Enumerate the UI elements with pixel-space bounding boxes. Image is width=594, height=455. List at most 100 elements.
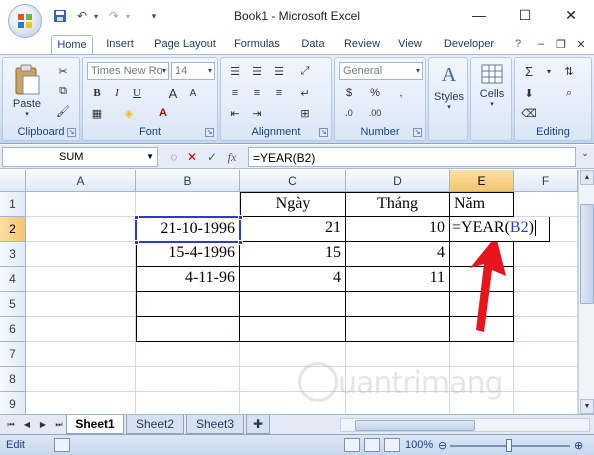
customize-qat-icon[interactable]: ▾ bbox=[146, 8, 162, 24]
cell-b4[interactable]: 4-11-96 bbox=[136, 267, 240, 292]
cell-f4[interactable] bbox=[514, 267, 578, 292]
tab-developer[interactable]: Developer bbox=[438, 35, 500, 54]
insert-function-icon[interactable]: fx bbox=[224, 149, 240, 165]
decrease-decimal-icon[interactable]: .00 bbox=[365, 104, 385, 122]
tab-review[interactable]: Review bbox=[340, 35, 384, 54]
prev-sheet-icon[interactable]: ◀ bbox=[20, 418, 34, 432]
name-box[interactable]: SUM ▼ bbox=[2, 147, 158, 167]
cell-e7[interactable] bbox=[450, 342, 514, 367]
increase-font-icon[interactable]: A bbox=[163, 84, 183, 102]
maximize-button[interactable]: ☐ bbox=[502, 0, 548, 30]
number-format-combo[interactable]: General ▾ bbox=[339, 62, 423, 80]
cut-icon[interactable]: ✂ bbox=[53, 62, 73, 80]
cell-e5[interactable] bbox=[450, 292, 514, 317]
last-sheet-icon[interactable]: ⏭ bbox=[52, 418, 66, 432]
row-header-8[interactable]: 8 bbox=[0, 367, 26, 392]
worksheet-grid[interactable]: ABCDEF 123456789 Ngày Tháng Năm 21-10-1996 2… bbox=[0, 170, 578, 414]
zoom-slider-thumb[interactable] bbox=[506, 439, 512, 452]
cell-e1[interactable]: Năm bbox=[450, 192, 514, 217]
cell-b7[interactable] bbox=[136, 342, 240, 367]
autosum-dropdown-icon[interactable]: ▾ bbox=[539, 62, 559, 80]
italic-button[interactable]: I bbox=[107, 84, 127, 102]
sheet-tab-sheet1[interactable]: Sheet1 bbox=[66, 415, 124, 434]
row-header-7[interactable]: 7 bbox=[0, 342, 26, 367]
cell-c8[interactable] bbox=[240, 367, 346, 392]
percent-icon[interactable]: % bbox=[365, 84, 385, 102]
paste-dropdown-icon[interactable]: ▾ bbox=[25, 110, 29, 118]
cell-f5[interactable] bbox=[514, 292, 578, 317]
cell-a4[interactable] bbox=[26, 267, 136, 292]
sort-filter-icon[interactable]: ⇅ bbox=[559, 62, 579, 80]
underline-button[interactable]: U bbox=[127, 84, 147, 102]
cell-c5[interactable] bbox=[240, 292, 346, 317]
styles-button[interactable]: A Styles ▾ bbox=[431, 64, 467, 118]
cell-f6[interactable] bbox=[514, 317, 578, 342]
cell-f1[interactable] bbox=[514, 192, 578, 217]
align-bottom-icon[interactable]: ☰ bbox=[269, 62, 289, 80]
cell-f8[interactable] bbox=[514, 367, 578, 392]
cell-a7[interactable] bbox=[26, 342, 136, 367]
row-header-6[interactable]: 6 bbox=[0, 317, 26, 342]
font-color-icon[interactable]: A bbox=[153, 104, 173, 122]
cell-d5[interactable] bbox=[346, 292, 450, 317]
cell-b2[interactable]: 21-10-1996 bbox=[136, 217, 240, 242]
cell-a1[interactable] bbox=[26, 192, 136, 217]
horizontal-scroll-thumb[interactable] bbox=[355, 420, 475, 431]
decrease-indent-icon[interactable]: ⇤ bbox=[225, 104, 245, 122]
redo-dropdown-icon[interactable]: ▾ bbox=[120, 8, 136, 24]
cell-f3[interactable] bbox=[514, 242, 578, 267]
normal-view-icon[interactable] bbox=[344, 438, 360, 452]
column-header-e[interactable]: E bbox=[450, 170, 514, 192]
merge-center-icon[interactable]: ⊞ bbox=[295, 104, 315, 122]
next-sheet-icon[interactable]: ▶ bbox=[36, 418, 50, 432]
cell-b1[interactable] bbox=[136, 192, 240, 217]
macro-record-icon[interactable] bbox=[54, 438, 70, 452]
align-top-icon[interactable]: ☰ bbox=[225, 62, 245, 80]
column-header-d[interactable]: D bbox=[346, 170, 450, 192]
comma-style-icon[interactable]: , bbox=[391, 84, 411, 102]
cell-a3[interactable] bbox=[26, 242, 136, 267]
cell-a5[interactable] bbox=[26, 292, 136, 317]
cell-a9[interactable] bbox=[26, 392, 136, 414]
clear-icon[interactable]: ⌫ bbox=[519, 104, 539, 122]
zoom-out-icon[interactable]: ⊖ bbox=[438, 439, 447, 452]
cell-d1[interactable]: Tháng bbox=[346, 192, 450, 217]
fill-color-icon[interactable]: ◈ bbox=[119, 104, 139, 122]
tab-insert[interactable]: Insert bbox=[100, 35, 140, 54]
vertical-scrollbar[interactable]: ▲ ▼ bbox=[578, 170, 594, 414]
autosum-icon[interactable]: Σ bbox=[519, 62, 539, 80]
alignment-launcher-icon[interactable]: ↘ bbox=[319, 128, 328, 137]
help-icon[interactable]: ? bbox=[510, 35, 526, 54]
horizontal-scrollbar[interactable] bbox=[340, 418, 590, 432]
tab-data[interactable]: Data bbox=[296, 35, 330, 54]
ribbon-restore-icon[interactable]: ❐ bbox=[554, 35, 568, 54]
cell-e6[interactable] bbox=[450, 317, 514, 342]
cell-c9[interactable] bbox=[240, 392, 346, 414]
cell-e4[interactable] bbox=[450, 267, 514, 292]
format-painter-icon[interactable]: 🖌 bbox=[53, 102, 73, 120]
bold-button[interactable]: B bbox=[87, 84, 107, 102]
cell-d4[interactable]: 11 bbox=[346, 267, 450, 292]
font-size-combo[interactable]: 14 ▾ bbox=[171, 62, 215, 80]
row-header-2[interactable]: 2 bbox=[0, 217, 26, 242]
sheet-tab-sheet2[interactable]: Sheet2 bbox=[126, 415, 184, 434]
page-break-view-icon[interactable] bbox=[384, 438, 400, 452]
row-header-4[interactable]: 4 bbox=[0, 267, 26, 292]
align-right-icon[interactable]: ≡ bbox=[269, 84, 289, 102]
cell-a8[interactable] bbox=[26, 367, 136, 392]
cell-a2[interactable] bbox=[26, 217, 136, 242]
cell-c1[interactable]: Ngày bbox=[240, 192, 346, 217]
cell-e3[interactable] bbox=[450, 242, 514, 267]
orientation-icon[interactable]: ⤢ bbox=[295, 62, 315, 80]
cell-f7[interactable] bbox=[514, 342, 578, 367]
cell-b6[interactable] bbox=[136, 317, 240, 342]
tab-page-layout[interactable]: Page Layout bbox=[150, 35, 220, 54]
page-layout-view-icon[interactable] bbox=[364, 438, 380, 452]
zoom-level[interactable]: 100% bbox=[405, 439, 433, 451]
cell-c6[interactable] bbox=[240, 317, 346, 342]
insert-sheet-icon[interactable]: ✚ bbox=[246, 415, 270, 434]
enter-icon[interactable]: ✓ bbox=[204, 149, 220, 165]
cell-d3[interactable]: 4 bbox=[346, 242, 450, 267]
align-left-icon[interactable]: ≡ bbox=[225, 84, 245, 102]
sheet-tab-sheet3[interactable]: Sheet3 bbox=[186, 415, 244, 434]
